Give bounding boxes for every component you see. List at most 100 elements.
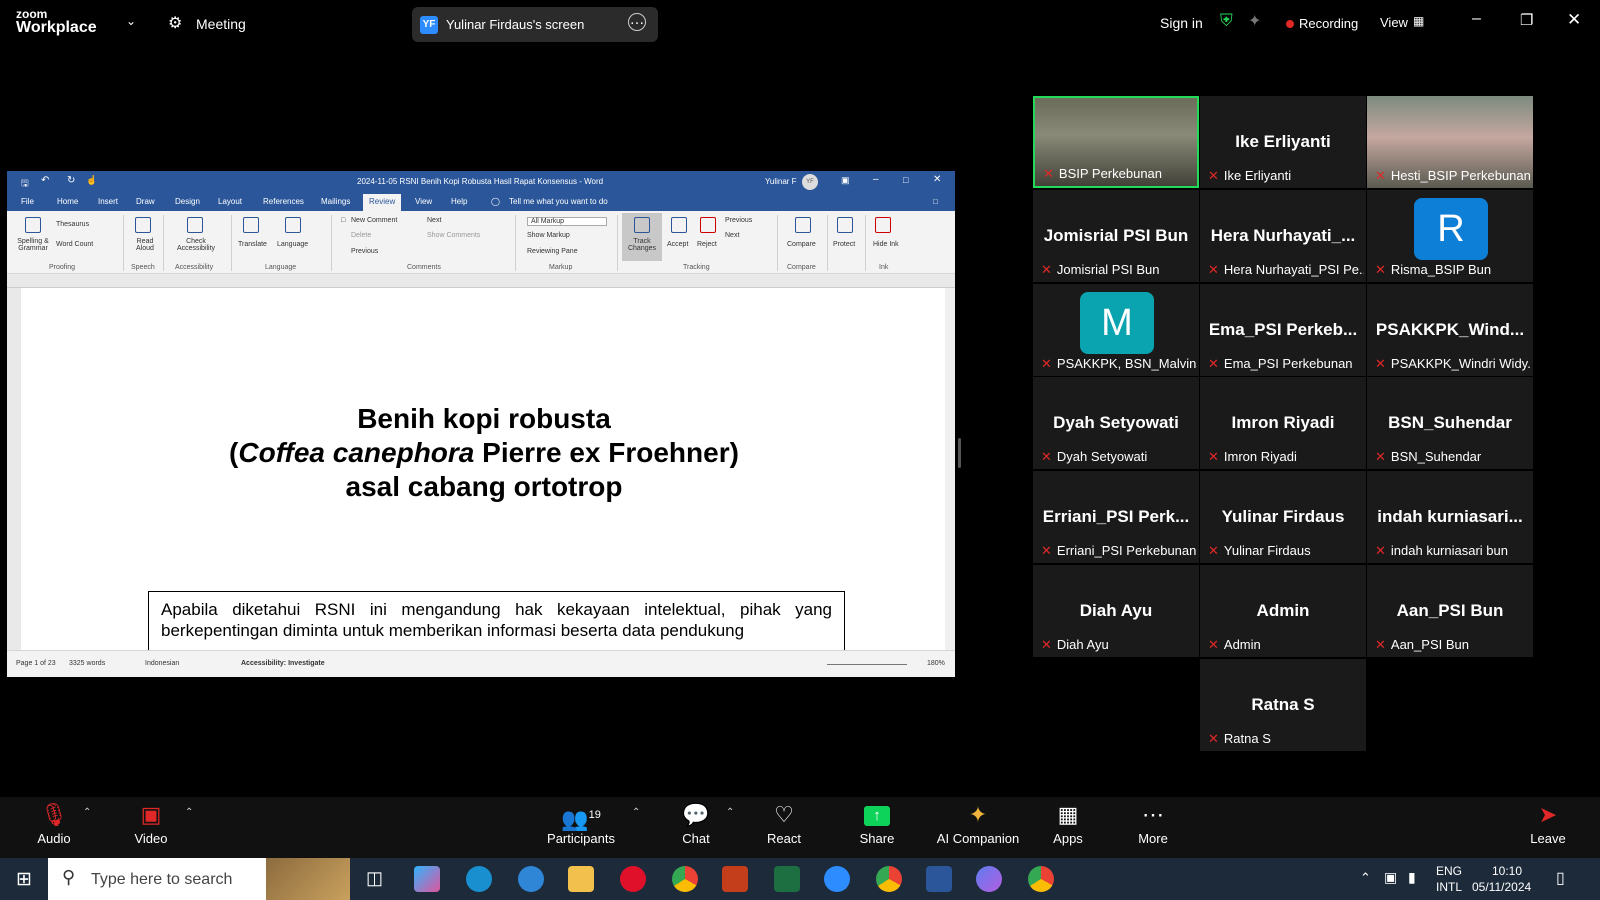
tab-draw[interactable]: Draw (136, 197, 155, 206)
word-maximize-icon[interactable]: □ (903, 175, 908, 185)
accessibility-icon[interactable] (187, 217, 203, 233)
tab-file[interactable]: File (21, 197, 34, 206)
zoom-slider[interactable] (827, 664, 907, 665)
participants-options-caret[interactable]: ⌃ (632, 807, 640, 818)
file-explorer-icon[interactable] (568, 866, 594, 892)
notifications-icon[interactable]: ▯ (1556, 868, 1565, 888)
participant-tile[interactable]: indah kurniasari... ✕ indah kurniasari bun (1367, 471, 1533, 563)
splitter-handle[interactable] (958, 438, 961, 468)
powerpoint-icon[interactable] (722, 866, 748, 892)
show-comments-button[interactable]: Show Comments (427, 232, 480, 239)
language-button[interactable]: Language (277, 241, 308, 248)
participant-tile[interactable]: ✕ Hesti_BSIP Perkebunan (1367, 96, 1533, 188)
network-icon[interactable]: ▣ (1384, 869, 1397, 886)
participant-tile[interactable]: Dyah Setyowati ✕ Dyah Setyowati (1033, 377, 1199, 469)
track-changes-button[interactable]: Track Changes (624, 238, 660, 252)
track-changes-icon[interactable] (634, 217, 650, 233)
touch-mode-icon[interactable]: ☝ (86, 175, 97, 186)
keyboard-layout[interactable]: INTL (1436, 880, 1462, 894)
compare-icon[interactable] (795, 217, 811, 233)
accept-button[interactable]: Accept (667, 241, 688, 248)
grid-view-icon[interactable]: ▦ (1413, 14, 1424, 28)
word-user-avatar[interactable]: YF (802, 174, 818, 190)
participant-tile[interactable]: Erriani_PSI Perk... ✕ Erriani_PSI Perkebun… (1033, 471, 1199, 563)
vertical-scrollbar[interactable] (945, 288, 955, 650)
zoom-level[interactable]: 180% (927, 660, 945, 667)
accept-icon[interactable] (671, 217, 687, 233)
taskbar-search[interactable]: ⚲ Type here to search (48, 858, 350, 900)
tab-insert[interactable]: Insert (98, 197, 118, 206)
tell-me-search[interactable]: Tell me what you want to do (509, 197, 608, 206)
page-count[interactable]: Page 1 of 23 (16, 660, 56, 667)
minimize-icon[interactable]: – (1472, 10, 1481, 28)
chat-options-caret[interactable]: ⌃ (726, 807, 734, 818)
view-button[interactable]: View (1380, 15, 1408, 30)
ribbon-display-icon[interactable]: ▣ (841, 175, 850, 186)
opera-icon[interactable] (620, 866, 646, 892)
participant-tile[interactable]: Jomisrial PSI Bun ✕ Jomisrial PSI Bun (1033, 190, 1199, 282)
word-count-button[interactable]: Word Count (56, 241, 93, 248)
protect-icon[interactable] (837, 217, 853, 233)
recording-indicator[interactable]: Recording (1286, 16, 1358, 31)
ai-companion-button[interactable]: ✦ AI Companion (924, 801, 1032, 846)
tab-review[interactable]: Review (363, 194, 402, 211)
reject-icon[interactable] (700, 217, 716, 233)
horizontal-ruler[interactable] (7, 274, 955, 288)
tab-layout[interactable]: Layout (218, 197, 242, 206)
redo-icon[interactable]: ↻ (67, 175, 75, 186)
thesaurus-button[interactable]: Thesaurus (56, 221, 89, 228)
participant-tile[interactable]: ✕ BSIP Perkebunan (1033, 96, 1199, 188)
clock-date[interactable]: 05/11/2024 (1472, 880, 1531, 894)
previous-comment-button[interactable]: Previous (351, 248, 378, 255)
save-icon[interactable]: 🖫 (21, 176, 29, 192)
shield-icon[interactable]: ⛨ (1220, 11, 1233, 31)
translate-button[interactable]: Translate (238, 241, 267, 248)
tab-home[interactable]: Home (57, 197, 78, 206)
word-app-icon[interactable] (926, 866, 952, 892)
screen-share-indicator[interactable]: YF Yulinar Firdaus's screen … (412, 7, 658, 42)
windows-start-icon[interactable]: ⊞ (16, 868, 32, 891)
chrome-icon-2[interactable] (876, 866, 902, 892)
previous-change-button[interactable]: Previous (725, 217, 752, 224)
delete-comment-button[interactable]: Delete (351, 232, 371, 239)
tab-design[interactable]: Design (175, 197, 200, 206)
participant-tile[interactable]: Ema_PSI Perkeb... ✕ Ema_PSI Perkebunan (1200, 284, 1366, 376)
task-view-icon[interactable]: ◫ (366, 868, 383, 889)
sparkle-icon[interactable]: ✦ (1248, 11, 1261, 31)
chevron-down-icon[interactable]: ⌄ (126, 14, 136, 28)
app-icon-2[interactable] (976, 866, 1002, 892)
tray-chevron-icon[interactable]: ⌃ (1360, 870, 1371, 886)
participant-tile[interactable]: BSN_Suhendar ✕ BSN_Suhendar (1367, 377, 1533, 469)
participant-tile[interactable]: Ratna S ✕ Ratna S (1200, 659, 1366, 751)
tab-view[interactable]: View (415, 197, 432, 206)
tab-help[interactable]: Help (451, 197, 467, 206)
word-minimize-icon[interactable]: – (873, 174, 879, 185)
participant-tile[interactable]: M ✕ PSAKKPK, BSN_Malvins (1033, 284, 1199, 376)
participant-tile[interactable]: Aan_PSI Bun ✕ Aan_PSI Bun (1367, 565, 1533, 657)
chrome-icon[interactable] (672, 866, 698, 892)
copilot-icon[interactable] (414, 866, 440, 892)
participant-tile[interactable]: Ike Erliyanti ✕ Ike Erliyanti (1200, 96, 1366, 188)
chrome-icon-3[interactable] (1028, 866, 1054, 892)
word-count[interactable]: 3325 words (69, 660, 105, 667)
next-change-button[interactable]: Next (725, 232, 739, 239)
new-comment-button[interactable]: New Comment (351, 217, 397, 224)
tab-references[interactable]: References (263, 197, 304, 206)
app-icon[interactable] (518, 866, 544, 892)
reject-button[interactable]: Reject (697, 241, 717, 248)
compare-button[interactable]: Compare (787, 241, 816, 248)
markup-select[interactable]: All Markup (527, 217, 607, 226)
participant-tile[interactable]: R ✕ Risma_BSIP Bun (1367, 190, 1533, 282)
participant-tile[interactable]: Yulinar Firdaus ✕ Yulinar Firdaus (1200, 471, 1366, 563)
hide-ink-button[interactable]: Hide Ink (873, 241, 899, 248)
spelling-button[interactable]: Spelling & Grammar (13, 238, 53, 252)
word-close-icon[interactable]: ✕ (933, 174, 941, 185)
zoom-app-icon[interactable] (824, 866, 850, 892)
close-icon[interactable]: ✕ (1567, 10, 1581, 30)
share-button[interactable]: ↑ Share (831, 801, 923, 846)
battery-icon[interactable]: ▮ (1408, 869, 1416, 886)
more-options-icon[interactable]: … (628, 12, 646, 31)
read-aloud-icon[interactable] (135, 217, 151, 233)
spelling-icon[interactable] (25, 217, 41, 233)
meeting-label[interactable]: Meeting (196, 16, 246, 32)
